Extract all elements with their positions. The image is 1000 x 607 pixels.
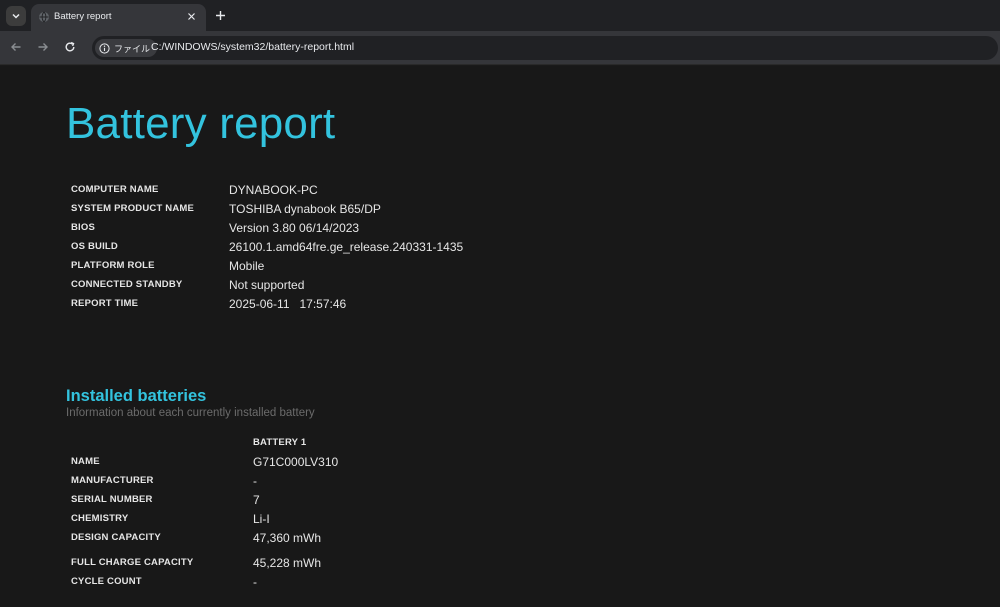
info-row: PLATFORM ROLE Mobile	[71, 256, 463, 275]
reload-button[interactable]	[62, 39, 78, 55]
site-info-chip[interactable]: ファイル	[95, 39, 158, 57]
battery-label: FULL CHARGE CAPACITY	[71, 557, 194, 568]
table-row: MANUFACTURER -	[71, 471, 338, 490]
battery-label: SERIAL NUMBER	[71, 494, 153, 505]
info-circle-icon	[99, 42, 110, 54]
info-label: SYSTEM PRODUCT NAME	[71, 203, 195, 214]
battery-column-header: BATTERY 1	[253, 437, 307, 448]
info-row: COMPUTER NAME DYNABOOK-PC	[71, 180, 463, 199]
close-icon	[187, 12, 195, 20]
info-value: 2025-06-11 17:57:46	[229, 296, 347, 311]
info-value: Not supported	[229, 277, 305, 292]
back-button[interactable]	[8, 39, 24, 55]
info-row: SYSTEM PRODUCT NAME TOSHIBA dynabook B65/…	[71, 199, 463, 218]
back-arrow-icon	[11, 43, 21, 51]
battery-table-header: BATTERY 1	[71, 433, 338, 452]
chevron-down-icon	[12, 13, 20, 19]
table-row: FULL CHARGE CAPACITY 45,228 mWh	[71, 553, 338, 572]
forward-arrow-icon	[38, 43, 48, 51]
info-label: CONNECTED STANDBY	[71, 279, 183, 290]
tab-search-button[interactable]	[6, 6, 26, 26]
battery-label: DESIGN CAPACITY	[71, 532, 161, 543]
info-label: OS BUILD	[71, 241, 118, 252]
battery-value: G71C000LV310	[253, 454, 339, 469]
battery-value: 47,360 mWh	[253, 530, 322, 545]
table-row: NAME G71C000LV310	[71, 452, 338, 471]
info-value: Mobile	[229, 258, 265, 273]
battery-label: CYCLE COUNT	[71, 576, 142, 587]
system-info-table: COMPUTER NAME DYNABOOK-PC SYSTEM PRODUCT …	[71, 180, 463, 313]
chip-label: ファイル	[114, 43, 151, 54]
url-text[interactable]: C:/WINDOWS/system32/battery-report.html	[151, 41, 354, 53]
battery-label: NAME	[71, 456, 100, 467]
info-row: CONNECTED STANDBY Not supported	[71, 275, 463, 294]
info-row: OS BUILD 26100.1.amd64fre.ge_release.2403…	[71, 237, 463, 256]
info-label: BIOS	[71, 222, 96, 233]
globe-icon	[39, 11, 49, 23]
info-row: BIOS Version 3.80 06/14/2023	[71, 218, 463, 237]
info-label: REPORT TIME	[71, 298, 139, 309]
browser-toolbar: ファイル C:/WINDOWS/system32/battery-report.…	[0, 31, 1000, 65]
info-value: 26100.1.amd64fre.ge_release.240331-1435	[229, 239, 464, 254]
info-value: DYNABOOK-PC	[229, 182, 318, 197]
battery-value: 45,228 mWh	[253, 555, 322, 570]
page-title: Battery report	[66, 99, 336, 148]
tab-title: Battery report	[54, 11, 112, 22]
table-row: CHEMISTRY Li-I	[71, 509, 338, 528]
report-page: Battery report COMPUTER NAME DYNABOOK-PC …	[0, 66, 1000, 607]
battery-value: -	[253, 473, 257, 488]
reload-icon	[65, 41, 75, 52]
forward-button[interactable]	[35, 39, 51, 55]
info-label: COMPUTER NAME	[71, 184, 159, 195]
table-row: DESIGN CAPACITY 47,360 mWh	[71, 528, 338, 547]
section-title-installed-batteries: Installed batteries	[66, 387, 207, 405]
info-value: TOSHIBA dynabook B65/DP	[229, 201, 381, 216]
battery-value: Li-I	[253, 511, 270, 526]
battery-table: BATTERY 1 NAME G71C000LV310 MANUFACTURER -…	[71, 433, 338, 591]
table-row: CYCLE COUNT -	[71, 572, 338, 591]
table-row: SERIAL NUMBER 7	[71, 490, 338, 509]
plus-icon	[215, 10, 225, 20]
info-row: REPORT TIME 2025-06-11 17:57:46	[71, 294, 463, 313]
info-value: Version 3.80 06/14/2023	[229, 220, 360, 235]
tab-strip: Battery report	[0, 0, 1000, 31]
battery-label: CHEMISTRY	[71, 513, 129, 524]
battery-value: 7	[253, 492, 260, 507]
battery-label: MANUFACTURER	[71, 475, 154, 486]
battery-value: -	[253, 574, 257, 589]
address-bar[interactable]: ファイル C:/WINDOWS/system32/battery-report.…	[92, 36, 998, 60]
section-subtitle: Information about each currently install…	[66, 407, 315, 419]
tab-battery-report[interactable]: Battery report	[31, 4, 206, 31]
tab-close-button[interactable]	[184, 9, 198, 23]
new-tab-button[interactable]	[212, 7, 228, 23]
info-label: PLATFORM ROLE	[71, 260, 155, 271]
